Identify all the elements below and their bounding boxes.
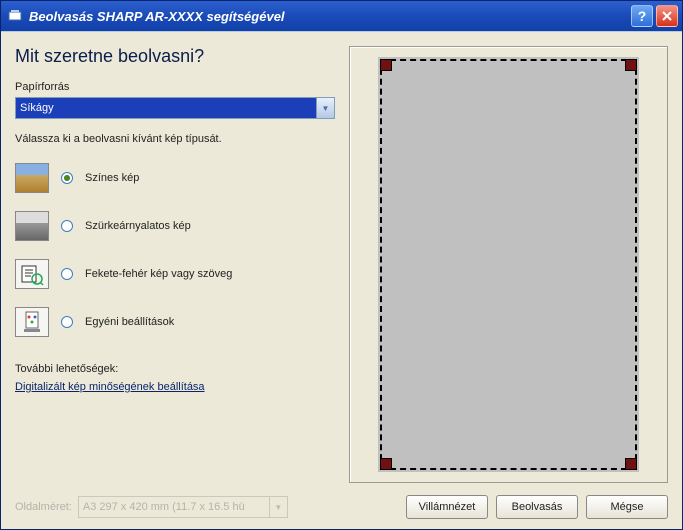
instruction-text: Válassza ki a beolvasni kívánt kép típus… — [15, 133, 335, 145]
radio-custom[interactable] — [61, 316, 73, 328]
help-button[interactable]: ? — [631, 5, 653, 27]
page-title: Mit szeretne beolvasni? — [15, 46, 335, 67]
app-icon — [7, 8, 23, 24]
chevron-down-icon: ▼ — [316, 98, 334, 118]
custom-thumb-icon — [15, 307, 49, 337]
radio-grayscale[interactable] — [61, 220, 73, 232]
quality-settings-link[interactable]: Digitalizált kép minőségének beállítása — [15, 381, 335, 393]
handle-top-right[interactable] — [625, 59, 637, 71]
paper-source-value: Síkágy — [20, 102, 316, 114]
radio-color[interactable] — [61, 172, 73, 184]
action-buttons: Villámnézet Beolvasás Mégse — [406, 495, 668, 519]
page-size-value: A3 297 x 420 mm (11.7 x 16.5 hü — [83, 501, 245, 513]
option-color-label: Színes kép — [85, 172, 139, 184]
footer-row: Oldalméret: A3 297 x 420 mm (11.7 x 16.5… — [15, 483, 668, 519]
window-body: Mit szeretne beolvasni? Papírforrás Síká… — [1, 31, 682, 529]
paper-source-select[interactable]: Síkágy ▼ — [15, 97, 335, 119]
option-grayscale-label: Szürkeárnyalatos kép — [85, 220, 191, 232]
option-custom[interactable]: Egyéni beállítások — [15, 307, 335, 337]
scan-dialog: Beolvasás SHARP AR-XXXX segítségével ? M… — [0, 0, 683, 530]
main-row: Mit szeretne beolvasni? Papírforrás Síká… — [15, 46, 668, 483]
titlebar[interactable]: Beolvasás SHARP AR-XXXX segítségével ? — [1, 1, 682, 31]
preview-button[interactable]: Villámnézet — [406, 495, 488, 519]
scan-type-options: Színes kép Szürkeárnyalatos kép Fekete-f… — [15, 163, 335, 337]
cancel-button[interactable]: Mégse — [586, 495, 668, 519]
grayscale-thumb-icon — [15, 211, 49, 241]
option-grayscale[interactable]: Szürkeárnyalatos kép — [15, 211, 335, 241]
page-size-group: Oldalméret: A3 297 x 420 mm (11.7 x 16.5… — [15, 496, 288, 518]
preview-area[interactable] — [378, 57, 639, 472]
scan-button[interactable]: Beolvasás — [496, 495, 578, 519]
radio-bw[interactable] — [61, 268, 73, 280]
handle-bottom-left[interactable] — [380, 458, 392, 470]
chevron-down-icon: ▼ — [269, 497, 287, 517]
more-options-label: További lehetőségek: — [15, 363, 335, 375]
paper-source-select-wrap: Síkágy ▼ — [15, 97, 335, 119]
option-custom-label: Egyéni beállítások — [85, 316, 174, 328]
left-panel: Mit szeretne beolvasni? Papírforrás Síká… — [15, 46, 335, 483]
selection-rect[interactable] — [380, 59, 637, 470]
bw-thumb-icon — [15, 259, 49, 289]
page-size-select: A3 297 x 420 mm (11.7 x 16.5 hü ▼ — [78, 496, 288, 518]
page-size-label: Oldalméret: — [15, 501, 72, 513]
titlebar-buttons: ? — [631, 5, 678, 27]
option-bw[interactable]: Fekete-fehér kép vagy szöveg — [15, 259, 335, 289]
window-title: Beolvasás SHARP AR-XXXX segítségével — [29, 9, 631, 24]
paper-source-label: Papírforrás — [15, 81, 335, 93]
preview-panel — [349, 46, 668, 483]
color-thumb-icon — [15, 163, 49, 193]
handle-bottom-right[interactable] — [625, 458, 637, 470]
option-color[interactable]: Színes kép — [15, 163, 335, 193]
close-button[interactable] — [656, 5, 678, 27]
option-bw-label: Fekete-fehér kép vagy szöveg — [85, 268, 232, 280]
handle-top-left[interactable] — [380, 59, 392, 71]
